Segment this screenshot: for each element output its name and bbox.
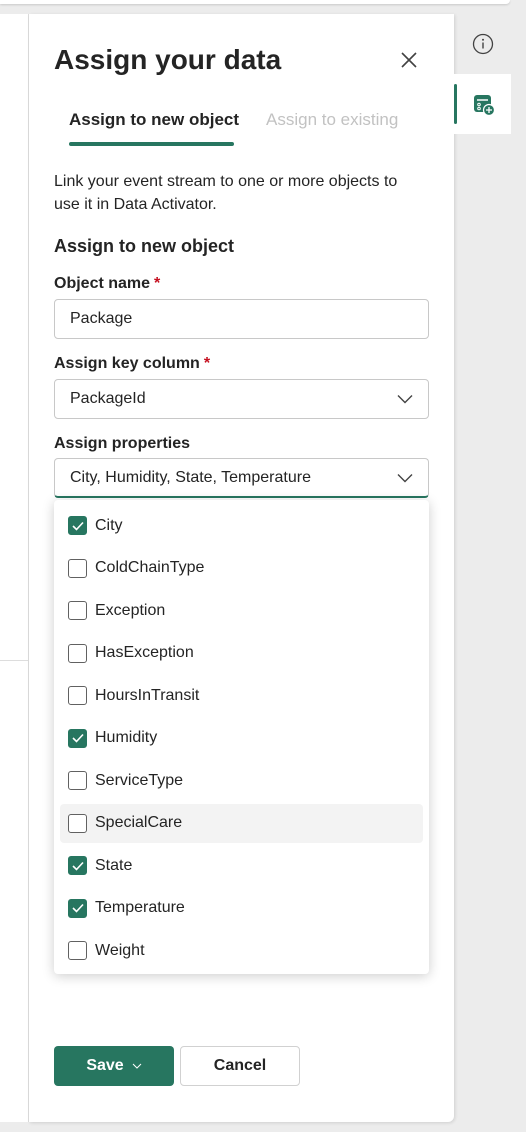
chevron-down-icon: [397, 395, 413, 404]
property-option[interactable]: Temperature: [60, 889, 423, 928]
option-label: Weight: [95, 941, 145, 959]
checkmark-icon: [71, 521, 84, 531]
checkmark-icon: [71, 861, 84, 871]
checkbox[interactable]: [68, 686, 87, 705]
option-label: ColdChainType: [95, 559, 205, 576]
property-option[interactable]: ColdChainType: [60, 549, 423, 588]
property-option[interactable]: Weight: [60, 931, 423, 970]
property-option[interactable]: HoursInTransit: [60, 676, 423, 715]
option-label: HoursInTransit: [95, 686, 200, 704]
close-icon[interactable]: [397, 48, 421, 72]
checkbox[interactable]: [68, 898, 87, 918]
checkbox[interactable]: [68, 856, 87, 875]
chevron-down-icon: [397, 473, 413, 482]
option-label: Exception: [95, 601, 166, 619]
object-name-input[interactable]: Package: [54, 299, 429, 339]
active-tab-indicator: [69, 142, 234, 146]
panel-title: Assign your data: [54, 44, 282, 75]
canvas-pane: [0, 14, 29, 1122]
property-option[interactable]: State: [60, 846, 423, 885]
cancel-button[interactable]: Cancel: [180, 1046, 300, 1086]
checkmark-icon: [71, 903, 84, 913]
info-icon[interactable]: [472, 33, 494, 55]
property-option[interactable]: ServiceType: [60, 761, 423, 800]
property-option[interactable]: HasException: [60, 634, 423, 673]
selected-indicator: [454, 84, 457, 124]
divider: [0, 660, 28, 661]
chevron-down-icon: [132, 1063, 142, 1069]
option-label: Temperature: [95, 899, 185, 916]
property-option[interactable]: City: [60, 506, 423, 545]
option-label: HasException: [95, 644, 194, 661]
property-option[interactable]: SpecialCare: [60, 803, 423, 843]
key-column-label: Assign key column *: [54, 355, 211, 372]
save-button[interactable]: Save: [54, 1046, 174, 1086]
checkbox[interactable]: [68, 728, 87, 748]
option-label: SpecialCare: [95, 814, 183, 831]
option-label: Humidity: [95, 729, 158, 746]
tab-assign-to-new-object[interactable]: Assign to new object: [69, 110, 239, 130]
tab-assign-to-existing[interactable]: Assign to existing: [266, 110, 398, 130]
checkbox[interactable]: [68, 813, 87, 833]
key-column-dropdown[interactable]: PackageId: [54, 379, 429, 419]
object-name-label: Object name *: [54, 275, 161, 292]
properties-listbox: City ColdChainType Exception HasException Ho…: [54, 500, 429, 974]
section-title: Assign to new object: [54, 236, 235, 256]
property-option[interactable]: Exception: [60, 591, 423, 630]
property-option[interactable]: Humidity: [60, 719, 423, 758]
checkmark-icon: [71, 733, 84, 743]
assign-data-rail-button[interactable]: [454, 74, 511, 134]
option-label: State: [95, 856, 133, 874]
option-label: ServiceType: [95, 771, 184, 789]
top-bar: [0, 0, 510, 4]
properties-label: Assign properties: [54, 435, 191, 452]
checkbox[interactable]: [68, 601, 87, 620]
description: Link your event stream to one or more ob…: [54, 173, 398, 213]
checkbox[interactable]: [68, 558, 87, 578]
properties-dropdown[interactable]: City, Humidity, State, Temperature: [54, 458, 429, 498]
checkbox[interactable]: [68, 771, 87, 790]
checkbox[interactable]: [68, 643, 87, 663]
option-label: City: [95, 516, 123, 534]
checkbox[interactable]: [68, 516, 87, 535]
checkbox[interactable]: [68, 941, 87, 960]
assign-data-panel: Assign your data Assign to new object As…: [29, 14, 454, 1122]
assign-data-icon: [474, 95, 495, 116]
